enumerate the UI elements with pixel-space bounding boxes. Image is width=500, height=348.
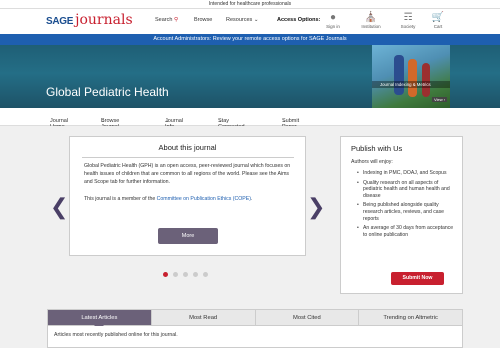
sign-in-label: Sign in: [326, 24, 340, 29]
sign-in-button[interactable]: ● Sign in: [321, 12, 345, 29]
carousel-dot[interactable]: [163, 272, 168, 277]
more-button[interactable]: More: [158, 228, 218, 244]
logo-sage-text: SAGE: [46, 16, 74, 27]
tab-trending-altmetric[interactable]: Trending on Altmetric: [359, 310, 462, 325]
publish-intro: Authors will enjoy:: [351, 159, 393, 165]
access-options-label: Access Options:: [277, 17, 321, 23]
browse-label: Browse: [194, 17, 213, 23]
cart-icon: 🛒: [431, 12, 445, 23]
about-cope-suffix: .: [250, 196, 253, 202]
browse-nav-button[interactable]: Browse: [194, 17, 212, 23]
carousel-dot[interactable]: [173, 272, 178, 277]
list-item: Indexing in PMC, DOAJ, and Scopus: [357, 170, 457, 177]
institution-label: Institution: [361, 24, 381, 29]
tab-panel: Articles most recently published online …: [47, 326, 463, 348]
about-cope-text: This journal is a member of the Committe…: [84, 195, 294, 203]
about-heading: About this journal: [158, 143, 217, 152]
publish-benefits-list: Indexing in PMC, DOAJ, and Scopus Qualit…: [357, 170, 457, 238]
cart-label: Cart: [433, 24, 443, 29]
about-cope-prefix: This journal is a member of the: [84, 196, 157, 202]
chevron-down-icon: ⌄: [253, 17, 259, 23]
site-header: SAGE journals Search ⚲ Browse Resources …: [0, 9, 500, 34]
submit-now-button[interactable]: Submit Now: [391, 272, 444, 285]
carousel-prev-arrow-icon[interactable]: ❮: [50, 195, 68, 220]
society-label: Society: [400, 24, 416, 29]
logo-journals-text: journals: [75, 12, 133, 28]
access-options-text: Access Options: [277, 17, 319, 23]
chevron-down-icon: ⌄: [101, 118, 106, 124]
chevron-down-icon: ⌄: [282, 118, 287, 124]
cover-view-button[interactable]: View ›: [432, 97, 448, 102]
carousel-dot[interactable]: [183, 272, 188, 277]
articles-tabs: Latest Articles Most Read Most Cited Tre…: [47, 309, 463, 330]
journal-cover-image[interactable]: Journal Indexing & Metrics View ›: [372, 45, 450, 108]
sage-journals-logo[interactable]: SAGE journals: [46, 12, 133, 30]
chevron-down-icon: ⌄: [218, 118, 223, 124]
carousel-dot[interactable]: [203, 272, 208, 277]
divider: [82, 157, 294, 158]
society-button[interactable]: ☶ Society: [396, 12, 420, 29]
top-notice-bar: Intended for healthcare professionals: [0, 0, 500, 9]
search-label: Search: [155, 17, 173, 23]
journal-title: Global Pediatric Health: [46, 85, 169, 99]
list-item: An average of 30 days from acceptance to…: [357, 225, 457, 238]
cover-caption: Journal Indexing & Metrics: [372, 81, 450, 88]
institution-button[interactable]: ⛪ Institution: [359, 12, 383, 29]
access-banner[interactable]: Account Administrators: Review your remo…: [0, 34, 500, 45]
tab-panel-text: Articles most recently published online …: [54, 332, 178, 338]
publish-heading: Publish with Us: [351, 144, 403, 153]
tab-most-read[interactable]: Most Read: [152, 310, 256, 325]
journal-hero: Global Pediatric Health Journal Indexing…: [0, 45, 500, 108]
cover-view-label: View: [434, 97, 443, 102]
cover-figure: [394, 55, 404, 95]
search-icon: ⚲: [173, 17, 178, 23]
tab-latest-articles[interactable]: Latest Articles: [48, 310, 152, 330]
publish-with-us-card: Publish with Us Authors will enjoy: Inde…: [340, 136, 463, 294]
cart-button[interactable]: 🛒 Cart: [426, 12, 450, 29]
tab-most-cited[interactable]: Most Cited: [256, 310, 360, 325]
user-icon: ●: [329, 12, 337, 23]
access-banner-text: Account Administrators: Review your remo…: [153, 36, 347, 42]
cover-figure: [422, 63, 430, 97]
carousel-dot[interactable]: [193, 272, 198, 277]
about-journal-card: About this journal Global Pediatric Heal…: [69, 136, 306, 256]
top-notice-text: Intended for healthcare professionals: [208, 1, 292, 7]
cover-figure: [408, 59, 417, 97]
resources-nav-button[interactable]: Resources ⌄: [226, 17, 258, 23]
search-nav-button[interactable]: Search ⚲: [155, 17, 178, 23]
chevron-down-icon: ⌄: [165, 118, 170, 124]
list-item: Quality research on all aspects of pedia…: [357, 180, 457, 200]
carousel-next-arrow-icon[interactable]: ❯: [307, 195, 325, 220]
society-icon: ☶: [403, 12, 413, 23]
journal-nav: Journal Home Browse Journal ⌄ Journal In…: [0, 108, 500, 130]
cope-link[interactable]: Committee on Publication Ethics (COPE): [157, 196, 251, 202]
list-item: Being published alongside quality resear…: [357, 202, 457, 222]
about-description: Global Pediatric Health (GPH) is an open…: [84, 163, 291, 185]
resources-label: Resources: [226, 17, 253, 23]
institution-icon: ⛪: [364, 12, 378, 23]
